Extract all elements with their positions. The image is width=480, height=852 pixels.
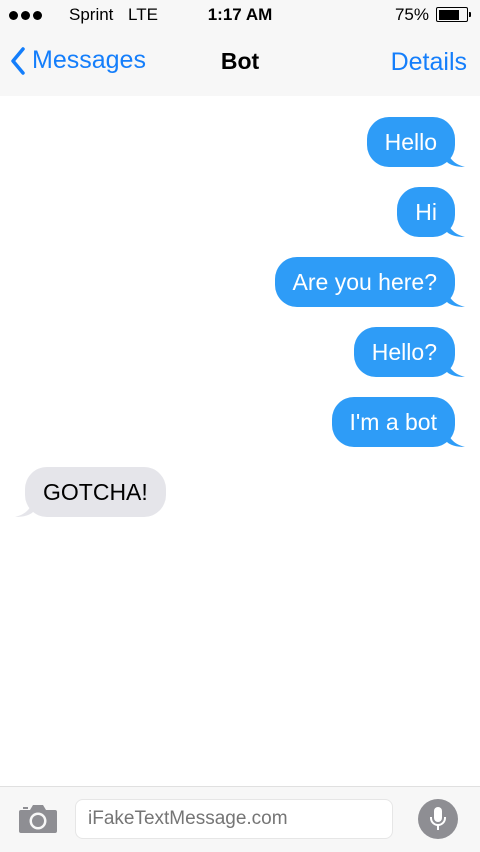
bubble-tail	[15, 495, 33, 517]
message-text: Are you here?	[292, 269, 437, 295]
status-bar: Sprint LTE 1:17 AM 75%	[0, 0, 480, 30]
bubble-tail	[447, 285, 465, 307]
details-button[interactable]: Details	[391, 48, 467, 77]
message-bubble-outgoing[interactable]: Are you here?	[274, 257, 465, 307]
battery-icon	[436, 7, 471, 22]
bubble-tail	[447, 145, 465, 167]
battery-percent: 75%	[394, 5, 429, 24]
message-input[interactable]	[75, 799, 393, 839]
bubble-tail	[447, 355, 465, 377]
camera-icon	[19, 805, 57, 833]
camera-button[interactable]	[18, 801, 58, 835]
message-text: I'm a bot	[349, 409, 438, 435]
navigation-bar: Messages Bot Details	[0, 30, 480, 96]
battery-level-fill	[438, 9, 459, 20]
message-bubble-outgoing[interactable]: Hello?	[353, 327, 465, 377]
microphone-button[interactable]	[418, 799, 458, 839]
message-text: Hi	[415, 199, 437, 225]
message-bubble-outgoing[interactable]: Hello	[366, 117, 465, 167]
message-bubble-outgoing[interactable]: I'm a bot	[331, 397, 465, 447]
messages-screen: Sprint LTE 1:17 AM 75% Messages Bot Deta…	[0, 0, 480, 852]
bubble-tail	[447, 215, 465, 237]
compose-bar	[0, 786, 480, 852]
message-text: GOTCHA!	[43, 479, 148, 505]
message-text: Hello?	[371, 339, 437, 365]
message-bubble-incoming[interactable]: GOTCHA!	[15, 467, 166, 517]
message-bubble-outgoing[interactable]: Hi	[397, 187, 465, 237]
bubble-tail	[447, 425, 465, 447]
message-thread[interactable]: Hello Hi Are you here? Hello? I'm a bot …	[0, 96, 480, 786]
microphone-icon	[430, 807, 446, 830]
message-text: Hello	[384, 129, 437, 155]
